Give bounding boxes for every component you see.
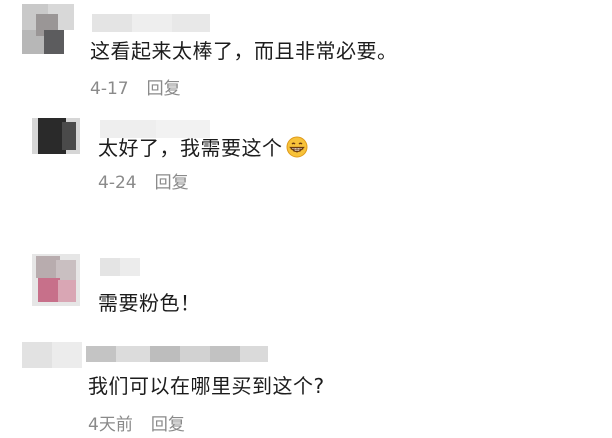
comment-text: 我们可以在哪里买到这个? [88, 374, 325, 398]
comment-text: 这看起来太棒了，而且非常必要。 [90, 39, 398, 63]
reply-button[interactable]: 回复 [155, 173, 189, 193]
comment-text: 太好了，我需要这个 [98, 135, 308, 161]
username[interactable] [100, 258, 140, 276]
reply-button[interactable]: 回复 [147, 79, 181, 99]
comment-meta: 4-24 回复 [98, 172, 189, 194]
username[interactable] [92, 14, 210, 32]
username[interactable] [86, 346, 268, 362]
comment-meta: 4天前 回复 [88, 414, 185, 436]
comment-text: 需要粉色！ [98, 291, 201, 315]
comment-meta: 4-17 回复 [90, 78, 181, 100]
comment-text-content: 太好了，我需要这个 [98, 136, 283, 160]
avatar[interactable] [22, 342, 82, 368]
comment-item: 太好了，我需要这个 4-24 回复 [0, 112, 612, 212]
reply-button[interactable]: 回复 [151, 415, 185, 435]
avatar[interactable] [32, 254, 80, 306]
avatar[interactable] [22, 4, 74, 54]
grinning-face-emoji-icon [286, 136, 307, 158]
comment-item: 需要粉色！ [0, 250, 612, 330]
comment-date: 4天前 [88, 415, 133, 435]
comment-item: 我们可以在哪里买到这个? 4天前 回复 [0, 340, 612, 438]
avatar[interactable] [32, 118, 80, 154]
comment-date: 4-24 [98, 173, 137, 193]
comment-date: 4-17 [90, 79, 129, 99]
comment-item: 这看起来太棒了，而且非常必要。 4-17 回复 [0, 0, 612, 110]
